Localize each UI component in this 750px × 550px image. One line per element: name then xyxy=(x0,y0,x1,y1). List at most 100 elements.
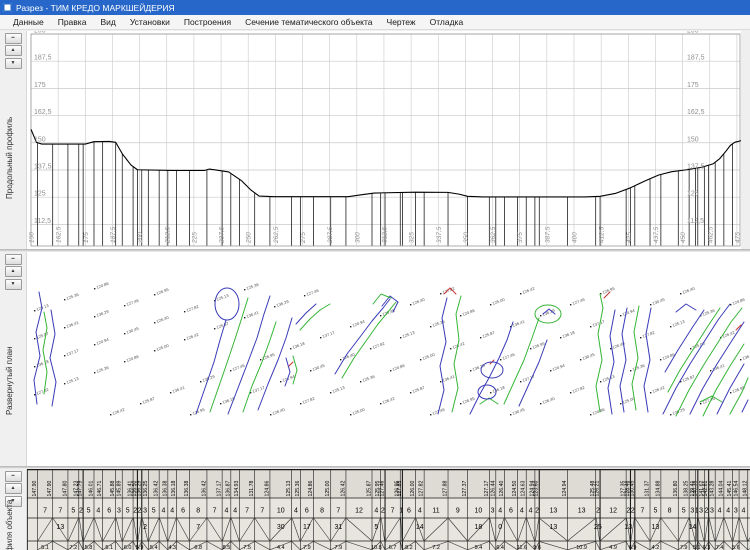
svg-text:2: 2 xyxy=(535,508,539,515)
svg-text:200: 200 xyxy=(137,232,144,244)
menu-item-3[interactable]: Установки xyxy=(123,16,177,28)
menu-item-5[interactable]: Сечение тематического объекта xyxy=(238,16,379,28)
svg-text:13: 13 xyxy=(549,508,557,515)
scroll-down-button[interactable]: ▼ xyxy=(5,58,22,69)
svg-text:475: 475 xyxy=(734,232,741,243)
svg-text:2: 2 xyxy=(631,508,635,515)
svg-text:130.45: 130.45 xyxy=(629,481,635,497)
svg-text:5: 5 xyxy=(374,524,378,531)
svg-text:337,5: 337,5 xyxy=(436,226,443,243)
svg-text:14: 14 xyxy=(416,524,424,531)
svg-text:4: 4 xyxy=(418,508,422,515)
svg-text:145.88: 145.88 xyxy=(110,481,116,497)
svg-text:136.18: 136.18 xyxy=(171,481,177,497)
grid-table-area[interactable]: 147.90147.90147.80147.23147.79146.01146.… xyxy=(27,469,750,550)
svg-text:138.25: 138.25 xyxy=(684,481,690,497)
svg-text:11.6: 11.6 xyxy=(517,545,527,550)
svg-text:5.8: 5.8 xyxy=(85,545,93,550)
menu-item-7[interactable]: Отладка xyxy=(423,16,471,28)
svg-text:146.71: 146.71 xyxy=(97,481,103,497)
svg-text:200: 200 xyxy=(34,31,46,35)
svg-text:6.4: 6.4 xyxy=(496,545,504,550)
svg-text:150: 150 xyxy=(34,136,46,143)
svg-text:237,5: 237,5 xyxy=(219,226,226,244)
grid-table-canvas[interactable]: 147.90147.90147.80147.23147.79146.01146.… xyxy=(27,469,750,550)
svg-text:312,5: 312,5 xyxy=(381,226,388,243)
app-window: Разрез - ТИМ КРЕДО МАРКШЕЙДЕРИЯ ДанныеПр… xyxy=(0,0,750,550)
scroll-up-button[interactable]: ▲ xyxy=(5,483,22,494)
svg-text:30: 30 xyxy=(277,524,285,531)
menu-item-6[interactable]: Чертеж xyxy=(380,16,423,28)
svg-text:187,5: 187,5 xyxy=(34,55,52,62)
collapse-button[interactable]: ━ xyxy=(5,471,22,482)
svg-text:1: 1 xyxy=(399,508,403,515)
svg-text:7.9: 7.9 xyxy=(335,545,343,550)
svg-text:7.4: 7.4 xyxy=(716,545,724,550)
svg-text:25: 25 xyxy=(594,524,602,531)
svg-text:5.6: 5.6 xyxy=(732,545,740,550)
titlebar[interactable]: Разрез - ТИМ КРЕДО МАРКШЕЙДЕРИЯ xyxy=(0,0,750,15)
svg-text:4: 4 xyxy=(726,508,730,515)
svg-text:287,5: 287,5 xyxy=(327,226,334,244)
svg-text:7: 7 xyxy=(58,508,62,515)
svg-text:6.8: 6.8 xyxy=(194,545,202,550)
svg-text:412,5: 412,5 xyxy=(599,226,606,243)
svg-text:9: 9 xyxy=(456,508,460,515)
menu-item-2[interactable]: Вид xyxy=(93,16,122,28)
svg-text:13: 13 xyxy=(56,524,64,531)
svg-text:125.13: 125.13 xyxy=(286,481,292,497)
svg-text:131.78: 131.78 xyxy=(249,481,255,497)
svg-text:136.25: 136.25 xyxy=(143,481,149,497)
svg-text:136.42: 136.42 xyxy=(201,481,207,497)
svg-text:2: 2 xyxy=(143,524,147,531)
svg-text:126.00: 126.00 xyxy=(410,481,416,497)
svg-text:4: 4 xyxy=(233,508,237,515)
svg-text:134.93: 134.93 xyxy=(234,481,240,497)
svg-text:17: 17 xyxy=(303,524,311,531)
svg-text:225: 225 xyxy=(191,232,198,244)
svg-text:112,5: 112,5 xyxy=(687,218,704,225)
plan-panel-label: Развернутый план xyxy=(5,346,14,415)
svg-text:145.41: 145.41 xyxy=(727,481,733,497)
svg-text:6: 6 xyxy=(305,508,309,515)
profile-chart-area[interactable]: 112,5112,5125125137,5137,5150150162,5162… xyxy=(27,31,750,249)
svg-text:7.9: 7.9 xyxy=(680,545,688,550)
svg-text:7: 7 xyxy=(336,508,340,515)
svg-text:125.87: 125.87 xyxy=(367,481,373,497)
svg-text:175: 175 xyxy=(687,82,699,89)
plan-panel: ━▲ ▼ Развернутый план 125.13125.36124.8612… xyxy=(0,252,750,466)
svg-text:9.4: 9.4 xyxy=(475,545,483,550)
svg-text:400: 400 xyxy=(572,232,579,243)
scroll-down-button[interactable]: ▼ xyxy=(5,279,22,290)
svg-text:3: 3 xyxy=(491,508,495,515)
menu-item-0[interactable]: Данные xyxy=(6,16,51,28)
svg-text:375: 375 xyxy=(517,232,524,243)
svg-text:2: 2 xyxy=(596,508,600,515)
svg-text:275: 275 xyxy=(300,232,307,244)
collapse-button[interactable]: ━ xyxy=(5,254,22,265)
menu-item-4[interactable]: Построения xyxy=(177,16,238,28)
svg-text:8: 8 xyxy=(196,508,200,515)
svg-text:2: 2 xyxy=(705,508,709,515)
grid-table-panel-label: Сетка профиля объекта xyxy=(5,500,14,550)
svg-text:136.29: 136.29 xyxy=(136,481,142,497)
menu-item-1[interactable]: Правка xyxy=(51,16,94,28)
svg-text:136.42: 136.42 xyxy=(154,481,160,497)
svg-text:4.3: 4.3 xyxy=(168,545,176,550)
profile-chart[interactable]: 112,5112,5125125137,5137,5150150162,5162… xyxy=(27,31,750,249)
plan-area[interactable]: 125.13125.36124.86125.87136.41136.29127.… xyxy=(27,252,750,466)
plan-panel-strip: ━▲ ▼ Развернутый план xyxy=(0,252,27,466)
collapse-button[interactable]: ━ xyxy=(5,33,22,44)
svg-text:5.4: 5.4 xyxy=(150,545,158,550)
svg-text:126.40: 126.40 xyxy=(499,481,505,497)
svg-text:146.54: 146.54 xyxy=(734,481,740,497)
scroll-up-button[interactable]: ▲ xyxy=(5,266,22,277)
svg-text:350: 350 xyxy=(463,232,470,243)
plan-canvas[interactable]: 125.13125.36124.86125.87136.41136.29127.… xyxy=(27,252,750,466)
svg-text:137,5: 137,5 xyxy=(34,163,52,170)
svg-text:425: 425 xyxy=(626,232,633,243)
svg-text:162,5: 162,5 xyxy=(34,109,52,116)
scroll-up-button[interactable]: ▲ xyxy=(5,45,22,56)
svg-text:2: 2 xyxy=(381,508,385,515)
svg-text:450: 450 xyxy=(680,232,687,243)
